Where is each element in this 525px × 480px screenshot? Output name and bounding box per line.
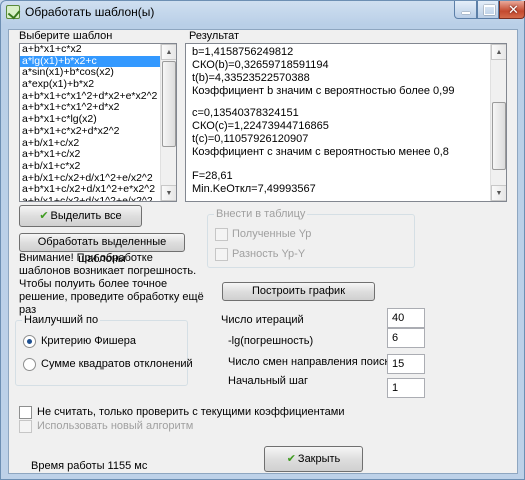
templates-header: Выберите шаблон — [19, 30, 113, 42]
initial-step-label: Начальный шаг — [228, 375, 308, 387]
table-group-legend: Внести в таблицу — [214, 208, 308, 220]
template-item[interactable]: a+b*x1+c*x2+d*x2^2 — [20, 125, 176, 138]
checkmark-icon: ✔ — [39, 210, 49, 222]
result-scrollbar[interactable]: ▲ ▼ — [490, 44, 506, 201]
minimize-button[interactable] — [454, 1, 477, 19]
templates-listbox[interactable]: a+b*x1+c*x2 a*lg(x1)+b*x2+c a*sin(x1)+b*co… — [19, 43, 177, 202]
squares-radio[interactable] — [23, 358, 36, 371]
templates-scrollbar[interactable]: ▲ ▼ — [160, 44, 176, 201]
result-line: Коэффициент b значим с вероятностью боле… — [192, 85, 455, 97]
result-line: F=28,61 — [192, 170, 233, 182]
yp-label: Полученные Yp — [232, 228, 312, 240]
result-line: СКО(b)=0,32659718591194 — [192, 59, 329, 71]
result-line: c=0,13540378324151 — [192, 107, 299, 119]
close-window-button[interactable]: ✕ — [499, 1, 525, 19]
app-icon — [6, 5, 20, 19]
no-compute-label: Не считать, только проверить с текущими … — [37, 406, 345, 418]
result-line: t(b)=4,33523522570388 — [192, 72, 310, 84]
precision-label: -lg(погрешность) — [228, 335, 314, 347]
result-line: t(c)=0,11057926120907 — [192, 133, 309, 145]
result-textbox[interactable]: b=1,4158756249812 СКО(b)=0,32659718591194… — [185, 43, 507, 202]
dialog-body: Выберите шаблон a+b*x1+c*x2 a*lg(x1)+b*x2… — [8, 29, 518, 474]
close-icon: ✕ — [508, 2, 519, 17]
result-header: Результат — [189, 30, 240, 42]
fisher-label: Критерию Фишера — [41, 335, 136, 347]
scroll-up-icon[interactable]: ▲ — [491, 44, 506, 60]
fisher-radio[interactable] — [23, 335, 36, 348]
result-line: Min.KeОткл=7,49993567 — [192, 183, 316, 195]
precision-input[interactable]: 6 — [387, 328, 425, 348]
template-item[interactable]: a+b*x1+c*x2 — [20, 44, 176, 56]
runtime-text: Время работы 1155 мс — [31, 460, 148, 472]
scroll-thumb[interactable] — [162, 61, 176, 147]
result-line: Коэффициент c значим с вероятностью мене… — [192, 146, 449, 158]
scroll-thumb[interactable] — [492, 102, 506, 170]
scroll-down-icon[interactable]: ▼ — [161, 185, 176, 201]
new-algorithm-label: Использовать новый алгоритм — [37, 420, 194, 432]
template-item[interactable]: a+b/x1+c*x2 — [20, 160, 176, 173]
direction-changes-input[interactable]: 15 — [387, 354, 425, 374]
no-compute-checkbox[interactable] — [19, 406, 32, 419]
result-line: СКО(c)=1,22473944716865 — [192, 120, 329, 132]
table-group: Внести в таблицу Полученные Yp Разность … — [207, 208, 415, 268]
close-button[interactable]: ✔ Закрыть — [264, 446, 363, 472]
checkmark-icon: ✔ — [286, 453, 296, 465]
maximize-button[interactable] — [477, 1, 499, 19]
close-button-label: Закрыть — [297, 453, 341, 465]
template-item[interactable]: a+b/x1+c/x2+d/x1^2+e/x2^2 — [20, 195, 176, 201]
yp-checkbox[interactable] — [215, 228, 228, 241]
template-item[interactable]: a*exp(x1)+b*x2 — [20, 78, 176, 91]
plot-button[interactable]: Построить график — [222, 282, 375, 301]
scroll-up-icon[interactable]: ▲ — [161, 44, 176, 60]
iterations-label: Число итераций — [221, 314, 304, 326]
process-selected-button[interactable]: Обработать выделенные шаблоны — [19, 233, 185, 265]
best-by-legend: Наилучший по — [22, 314, 101, 326]
warning-text: Внимание! При обработке шаблонов возника… — [19, 252, 204, 316]
select-all-button[interactable]: ✔ Выделить все — [19, 205, 142, 227]
select-all-label: Выделить все — [50, 210, 122, 222]
direction-changes-label: Число смен направления поиска — [228, 356, 396, 368]
squares-label: Сумме квадратов отклонений — [41, 358, 193, 370]
initial-step-input[interactable]: 1 — [387, 378, 425, 398]
best-by-group: Наилучший по Критерию Фишера Сумме квадр… — [15, 314, 193, 386]
iterations-input[interactable]: 40 — [387, 308, 425, 328]
title-bar[interactable]: Обработать шаблон(ы) ✕ — [1, 1, 525, 23]
scroll-down-icon[interactable]: ▼ — [491, 185, 506, 201]
result-line: b=1,4158756249812 — [192, 46, 294, 58]
new-algorithm-checkbox[interactable] — [19, 420, 32, 433]
diff-checkbox[interactable] — [215, 248, 228, 261]
app-window: Обработать шаблон(ы) ✕ Выберите шаблон a… — [0, 0, 525, 480]
window-title: Обработать шаблон(ы) — [25, 5, 155, 19]
diff-label: Разность Yp-Y — [232, 248, 306, 260]
